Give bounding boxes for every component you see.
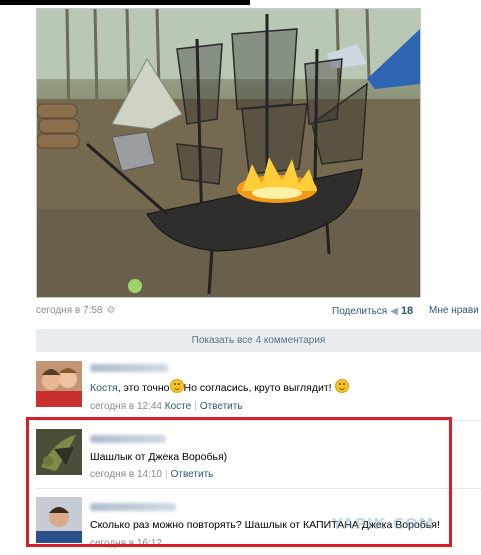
post-photo[interactable] <box>36 8 421 298</box>
reply-to-link[interactable]: Косте <box>165 401 191 412</box>
post-meta: сегодня в 7:58 ⚙ Поделиться ◀ 18 Мне нра… <box>36 305 481 319</box>
smiley-icon <box>334 379 349 393</box>
reply-button[interactable]: Ответить <box>200 401 243 412</box>
smiley-icon <box>169 379 184 393</box>
separator: | <box>194 401 197 412</box>
top-black-strip <box>0 0 250 5</box>
show-all-comments-button[interactable]: Показать все 4 комментария <box>36 329 481 352</box>
post-time-text[interactable]: сегодня в 7:58 <box>36 305 102 316</box>
watermark: YAPIK.COM <box>332 515 435 533</box>
comment-time[interactable]: сегодня в 12:44 <box>90 401 162 412</box>
share-label: Поделиться <box>332 305 388 317</box>
mention-link[interactable]: Костя <box>90 382 118 394</box>
author-name-blurred[interactable] <box>90 364 168 372</box>
comment-text-part: Но согласись, круто выглядит! <box>183 382 332 394</box>
ship-grill-photo <box>37 9 420 297</box>
comment: Костя, это точно Но согласись, круто выгл… <box>36 361 481 412</box>
comment-text-part: , это точно <box>117 382 170 394</box>
comment-text: Костя, это точно Но согласись, круто выгл… <box>90 379 349 394</box>
avatar[interactable] <box>36 361 82 407</box>
share-count: 18 <box>400 305 414 317</box>
post-time[interactable]: сегодня в 7:58 ⚙ <box>36 305 115 316</box>
comment-meta: сегодня в 12:44 Косте | Ответить <box>90 401 243 412</box>
gear-icon[interactable]: ⚙ <box>106 306 115 316</box>
megaphone-icon: ◀ <box>390 305 398 317</box>
share-button[interactable]: Поделиться ◀ 18 <box>332 305 413 317</box>
like-button[interactable]: Мне нрави <box>429 305 479 316</box>
